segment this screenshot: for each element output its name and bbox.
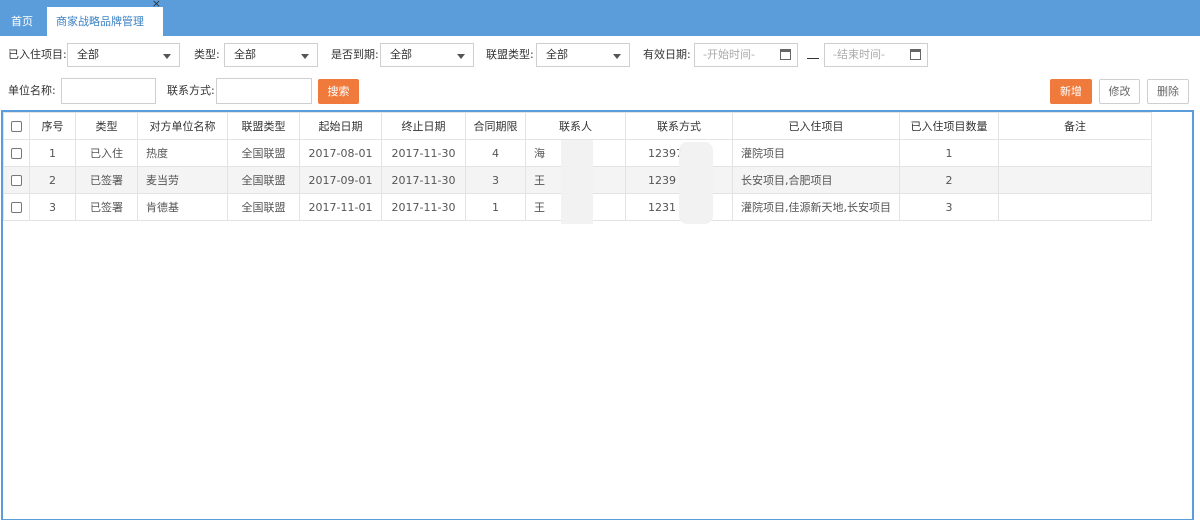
table-cell: 1	[899, 139, 999, 167]
project-select[interactable]: 全部	[67, 43, 180, 67]
column-header: 序号	[29, 112, 76, 140]
table-cell	[998, 166, 1152, 194]
row-checkbox[interactable]	[11, 202, 22, 213]
expired-filter-label: 是否到期:	[331, 48, 379, 61]
column-header: 合同期限	[465, 112, 526, 140]
table-cell: 长安项目,合肥项目	[732, 166, 900, 194]
column-header: 联系人	[525, 112, 626, 140]
column-header: 已入住项目	[732, 112, 900, 140]
column-header: 终止日期	[381, 112, 466, 140]
row-checkbox[interactable]	[11, 175, 22, 186]
project-select-value: 全部	[77, 48, 99, 61]
table-cell: 2017-11-30	[381, 139, 466, 167]
table-cell	[998, 193, 1152, 221]
column-header: 起始日期	[299, 112, 382, 140]
tab-brand-management-label: 商家战略品牌管理	[56, 15, 144, 28]
date-range-separator	[807, 45, 819, 59]
column-header: 类型	[75, 112, 138, 140]
table-cell: 3	[465, 166, 526, 194]
redaction-overlay	[679, 142, 713, 224]
unit-name-input[interactable]	[61, 78, 156, 104]
tab-bar: 首页 商家战略品牌管理 ×	[0, 0, 1200, 36]
data-grid: 序号 类型 对方单位名称 联盟类型 起始日期 终止日期 合同期限 联系人 联系方…	[1, 110, 1194, 520]
table-cell: 已入住	[75, 139, 138, 167]
calendar-icon[interactable]	[780, 49, 791, 60]
column-header: 已入住项目数量	[899, 112, 999, 140]
start-date-input[interactable]: -开始时间-	[694, 43, 798, 67]
search-button[interactable]: 搜索	[318, 79, 359, 104]
chevron-down-icon	[163, 54, 171, 59]
chevron-down-icon	[613, 54, 621, 59]
column-header: 联系方式	[625, 112, 733, 140]
close-icon[interactable]: ×	[152, 0, 161, 9]
end-date-placeholder: -结束时间-	[833, 48, 885, 61]
type-filter-label: 类型:	[194, 48, 220, 61]
column-header: 备注	[998, 112, 1152, 140]
contact-input[interactable]	[216, 78, 312, 104]
table-cell: 肯德基	[137, 193, 228, 221]
table-cell: 已签署	[75, 193, 138, 221]
alliance-select[interactable]: 全部	[536, 43, 630, 67]
table-cell: 麦当劳	[137, 166, 228, 194]
type-select[interactable]: 全部	[224, 43, 318, 67]
row-checkbox-cell[interactable]	[3, 166, 30, 194]
alliance-filter-label: 联盟类型:	[486, 48, 534, 61]
table-cell: 灌院项目,佳源新天地,长安项目	[732, 193, 900, 221]
table-cell: 全国联盟	[227, 139, 300, 167]
table-cell: 2017-11-30	[381, 166, 466, 194]
table-cell: 热度	[137, 139, 228, 167]
select-all-checkbox[interactable]	[11, 121, 22, 132]
expired-select[interactable]: 全部	[380, 43, 474, 67]
table-cell: 2	[29, 166, 76, 194]
chevron-down-icon	[457, 54, 465, 59]
tab-home[interactable]: 首页	[0, 7, 44, 36]
chevron-down-icon	[301, 54, 309, 59]
column-header: 对方单位名称	[137, 112, 228, 140]
edit-button[interactable]: 修改	[1099, 79, 1140, 104]
table-cell: 已签署	[75, 166, 138, 194]
tab-brand-management[interactable]: 商家战略品牌管理 ×	[47, 0, 163, 36]
table-cell: 1	[465, 193, 526, 221]
column-header: 联盟类型	[227, 112, 300, 140]
table-cell: 2017-08-01	[299, 139, 382, 167]
table-cell: 灌院项目	[732, 139, 900, 167]
table-cell: 全国联盟	[227, 166, 300, 194]
type-select-value: 全部	[234, 48, 256, 61]
table-cell: 4	[465, 139, 526, 167]
date-filter-label: 有效日期:	[643, 48, 691, 61]
project-filter-label: 已入住项目:	[8, 48, 67, 61]
table-cell: 全国联盟	[227, 193, 300, 221]
start-date-placeholder: -开始时间-	[703, 48, 755, 61]
redaction-overlay	[561, 140, 593, 224]
table-cell: 2017-11-01	[299, 193, 382, 221]
table-cell: 2017-11-30	[381, 193, 466, 221]
add-button[interactable]: 新增	[1050, 79, 1092, 104]
table-header-row: 序号 类型 对方单位名称 联盟类型 起始日期 终止日期 合同期限 联系人 联系方…	[3, 112, 1152, 140]
table-cell: 2	[899, 166, 999, 194]
unit-name-label: 单位名称:	[8, 84, 56, 97]
row-checkbox-cell[interactable]	[3, 139, 30, 167]
alliance-select-value: 全部	[546, 48, 568, 61]
delete-button[interactable]: 删除	[1147, 79, 1189, 104]
table-cell: 1	[29, 139, 76, 167]
table-cell: 3	[899, 193, 999, 221]
table-cell	[998, 139, 1152, 167]
table-cell: 2017-09-01	[299, 166, 382, 194]
row-checkbox-cell[interactable]	[3, 193, 30, 221]
row-checkbox[interactable]	[11, 148, 22, 159]
select-all-checkbox-cell[interactable]	[3, 112, 30, 140]
end-date-input[interactable]: -结束时间-	[824, 43, 928, 67]
calendar-icon[interactable]	[910, 49, 921, 60]
expired-select-value: 全部	[390, 48, 412, 61]
table-cell: 3	[29, 193, 76, 221]
contact-label: 联系方式:	[167, 84, 215, 97]
